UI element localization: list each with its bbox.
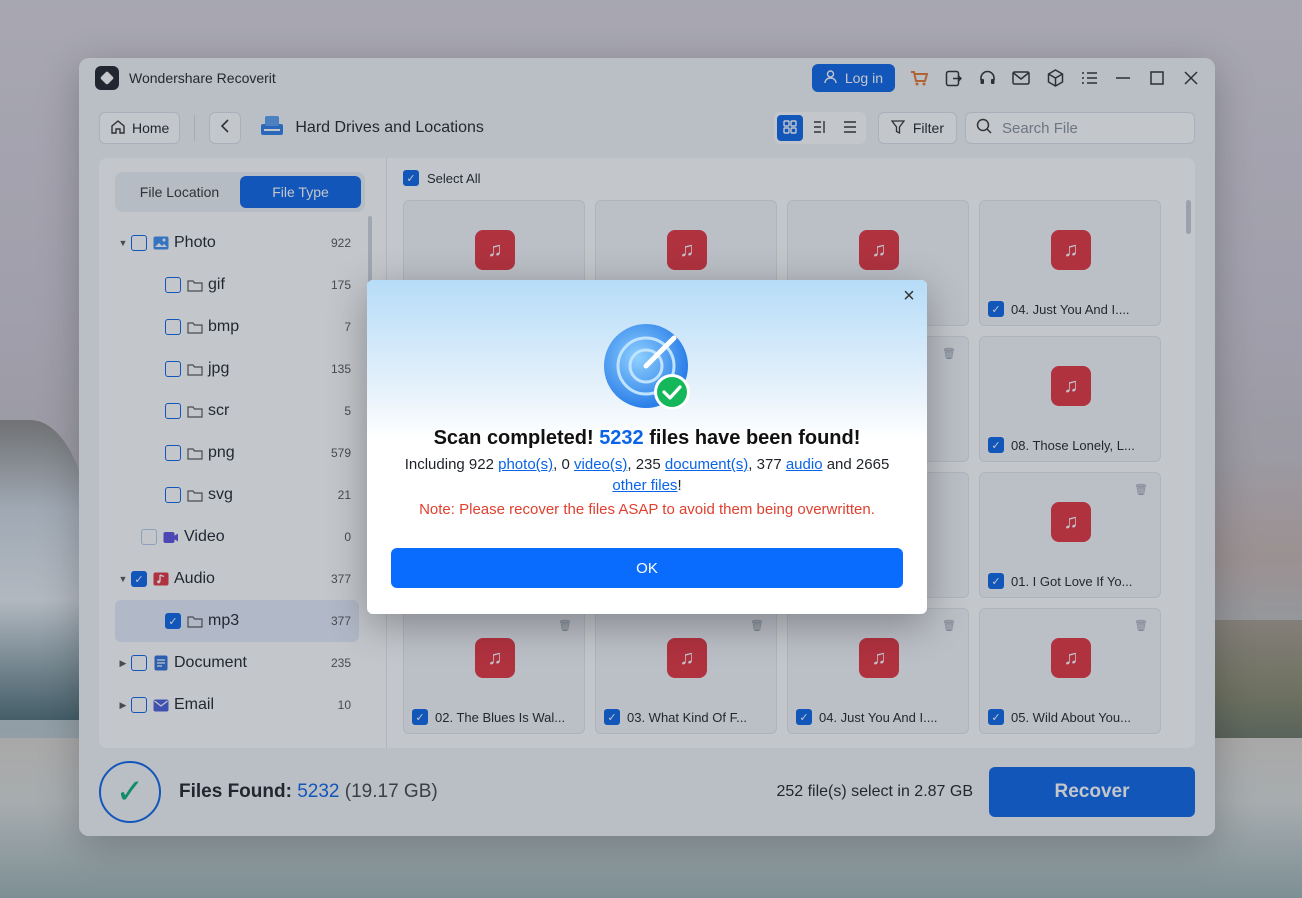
overwrite-warning-note: Note: Please recover the files ASAP to a… (419, 501, 875, 518)
audio-link[interactable]: audio (786, 456, 823, 473)
other-files-link[interactable]: other files (612, 477, 677, 494)
summary-text: Including 922 (404, 456, 494, 473)
documents-link[interactable]: document(s) (665, 456, 748, 473)
videos-link[interactable]: video(s) (574, 456, 627, 473)
scan-complete-dialog: × Scan completed! 5232 files have been f… (367, 280, 927, 614)
dialog-summary: Including 922 photo(s), 0 video(s), 235 … (387, 454, 907, 496)
summary-text: , 377 (748, 456, 782, 473)
dialog-title: Scan completed! 5232 files have been fou… (367, 427, 927, 450)
close-dialog-icon[interactable]: × (899, 286, 919, 306)
summary-text: , 235 (627, 456, 661, 473)
scan-radar-icon (604, 324, 692, 412)
dialog-title-prefix: Scan completed! (433, 427, 594, 449)
dialog-title-suffix: files have been found! (649, 427, 861, 449)
summary-text: and 2665 (826, 456, 890, 473)
ok-button[interactable]: OK (391, 548, 903, 588)
dialog-title-count: 5232 (599, 427, 644, 449)
summary-text: ! (677, 477, 682, 494)
summary-text: , 0 (553, 456, 570, 473)
photos-link[interactable]: photo(s) (498, 456, 553, 473)
